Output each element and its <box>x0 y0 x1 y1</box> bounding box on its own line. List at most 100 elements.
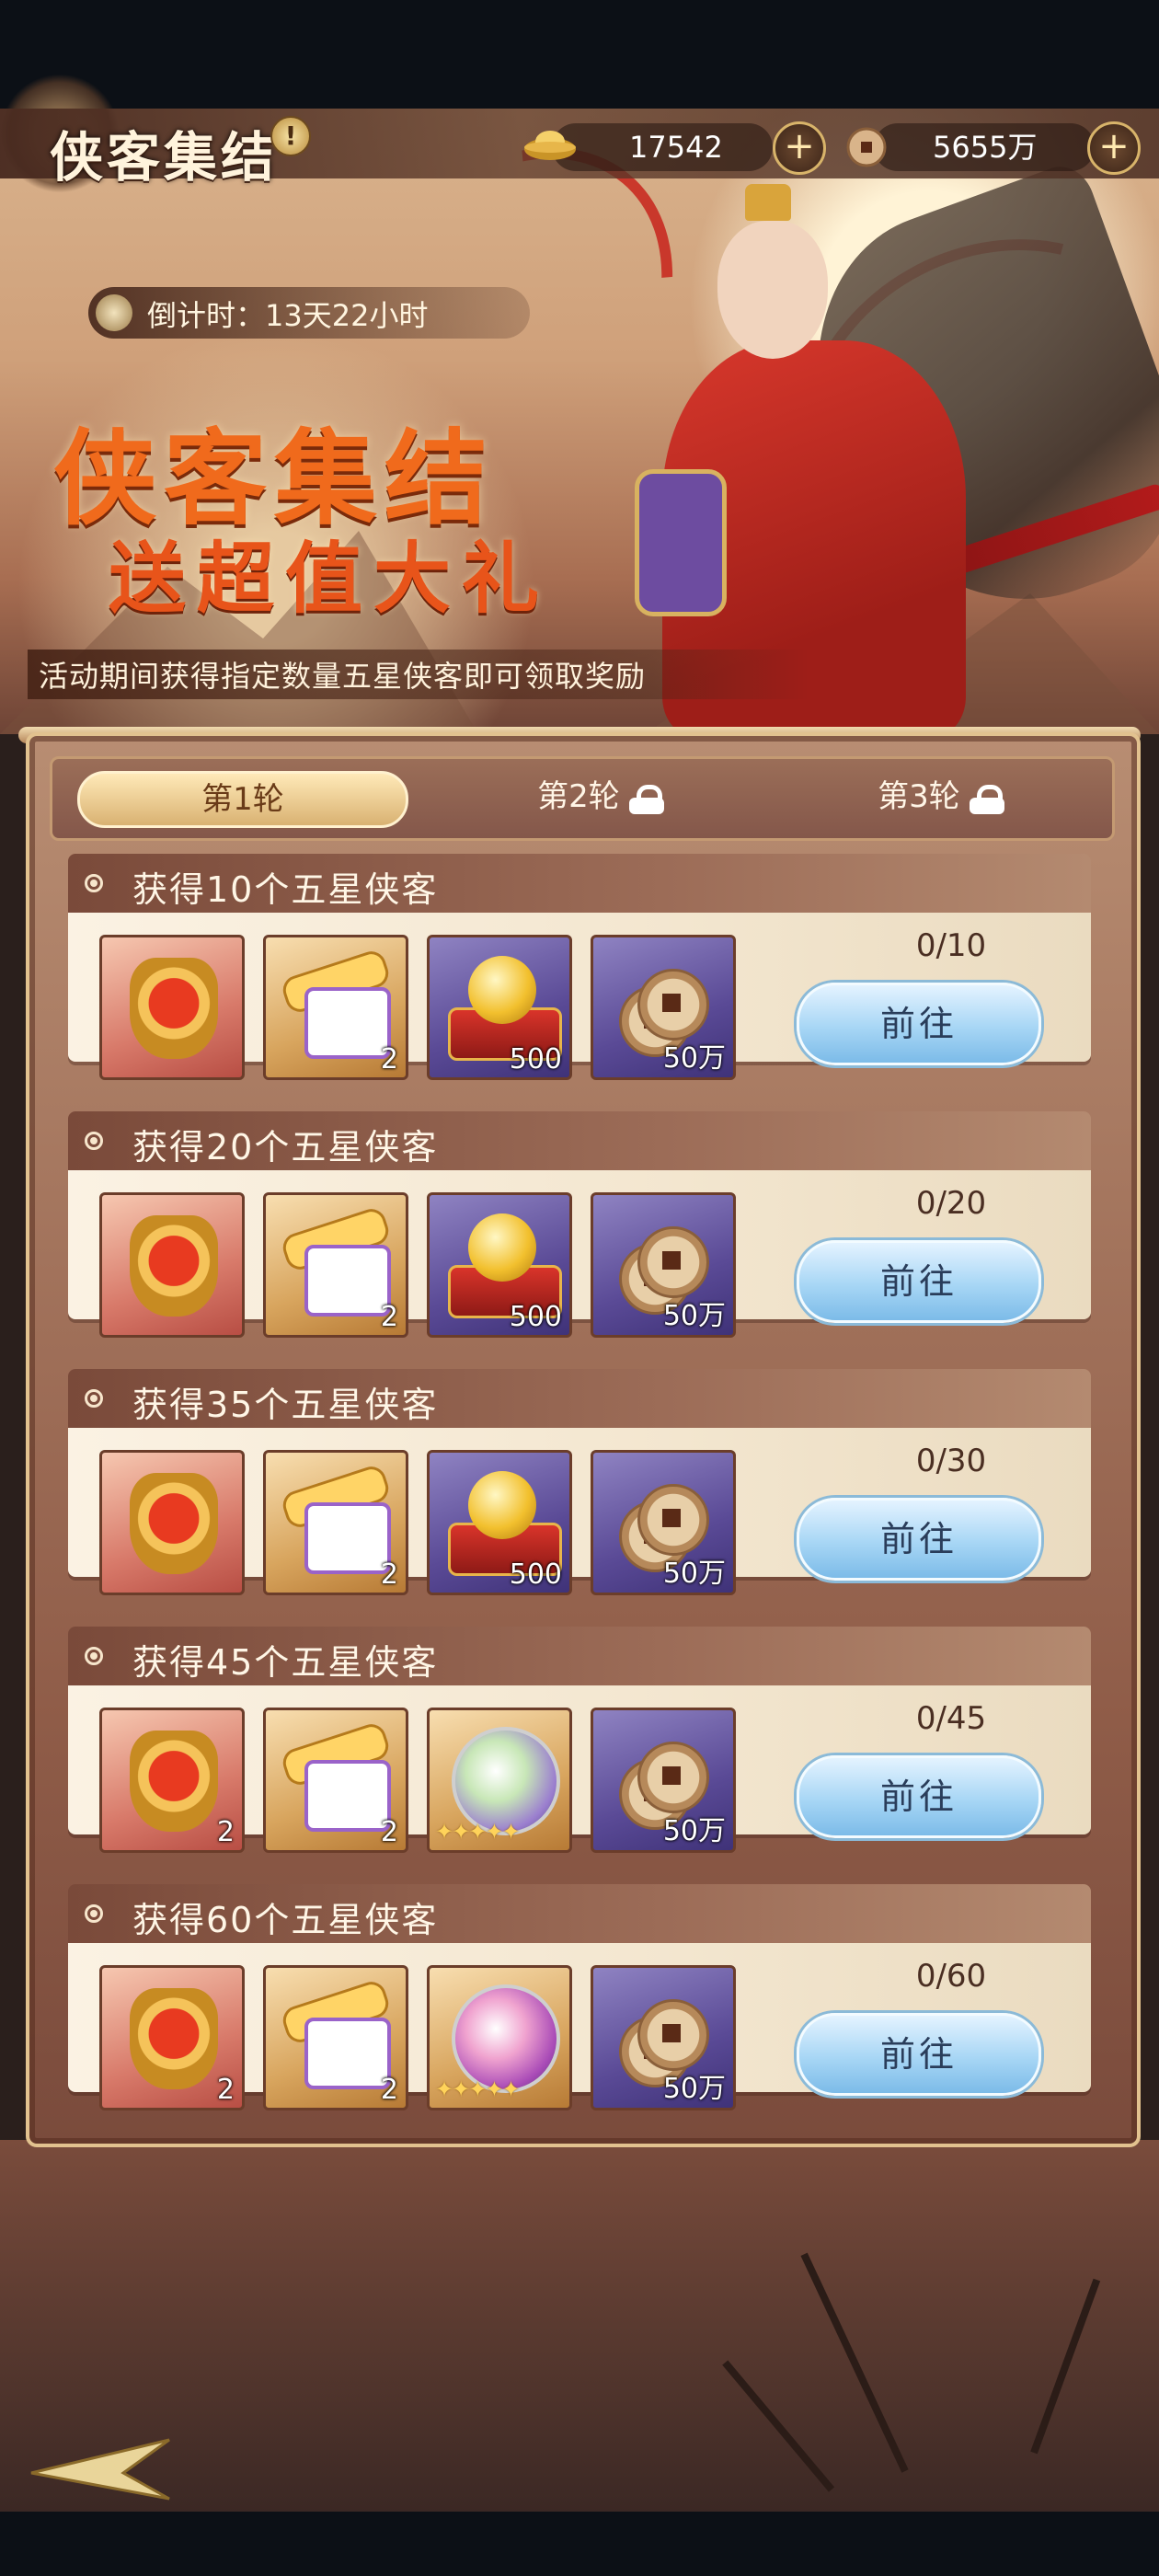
reward-item[interactable]: 2 <box>263 1192 408 1338</box>
reward-item[interactable]: 2 <box>263 935 408 1080</box>
tab-label: 第2轮 <box>537 778 620 815</box>
reward-count: 2 <box>380 1301 398 1333</box>
task-title: 获得20个五星侠客 <box>132 1127 439 1167</box>
task-title: 获得60个五星侠客 <box>132 1900 439 1940</box>
reward-count: 500 <box>509 1043 562 1075</box>
go-button[interactable]: 前往 <box>797 1755 1041 1838</box>
banner-subtitle-title: 送超值大礼 <box>109 533 551 624</box>
go-button[interactable]: 前往 <box>797 1498 1041 1581</box>
bullet-icon <box>85 1647 103 1665</box>
star-rating-icon: ✦✦✦✦✦ <box>435 1819 521 1845</box>
reward-item[interactable]: 2 <box>263 1708 408 1853</box>
back-arrow-icon[interactable] <box>22 2432 178 2506</box>
bullet-icon <box>85 874 103 892</box>
countdown-text: 倒计时：13天22小时 <box>147 298 429 333</box>
lock-icon <box>627 784 668 814</box>
go-button[interactable]: 前往 <box>797 1240 1041 1323</box>
help-icon[interactable]: ! <box>270 116 311 156</box>
reward-item[interactable]: 50万 <box>591 1965 736 2110</box>
reward-item[interactable]: 2 <box>263 1450 408 1595</box>
tab-round-2[interactable]: 第2轮 <box>488 771 717 822</box>
reward-item[interactable]: 50万 <box>591 935 736 1080</box>
gold-orb-icon <box>468 1213 536 1282</box>
ingot-currency: 17542 <box>552 123 773 171</box>
task-card: 获得45个五星侠客 2 2 ✦✦✦✦✦ 50万 0/45 前往 <box>68 1627 1091 1853</box>
go-button[interactable]: 前往 <box>797 2013 1041 2096</box>
task-title: 获得10个五星侠客 <box>132 869 439 910</box>
coin-amount: 5655万 <box>933 130 1038 165</box>
scroll-icon <box>279 1978 393 2089</box>
bullet-icon <box>85 1904 103 1923</box>
lock-icon <box>968 784 1008 814</box>
red-token-icon <box>130 1731 218 1832</box>
red-token-icon <box>130 1473 218 1574</box>
ingot-amount: 17542 <box>629 130 723 165</box>
add-ingot-button[interactable]: + <box>773 121 826 175</box>
status-bar-area <box>0 0 1159 109</box>
event-description: 活动期间获得指定数量五星侠客即可领取奖励 <box>39 659 647 694</box>
tab-label: 第1轮 <box>201 781 284 818</box>
reward-count: 50万 <box>662 1815 726 1847</box>
reward-count: 50万 <box>662 2073 726 2105</box>
reward-item[interactable] <box>99 935 245 1080</box>
reward-count: 2 <box>380 1558 398 1591</box>
reward-count: 2 <box>216 2074 235 2106</box>
reward-item[interactable]: ✦✦✦✦✦ <box>427 1965 572 2110</box>
gold-orb-icon <box>468 956 536 1024</box>
scroll-icon <box>279 1720 393 1832</box>
red-token-icon <box>130 958 218 1059</box>
reward-item[interactable]: 500 <box>427 1450 572 1595</box>
page-title: 侠客集结 <box>50 126 279 189</box>
task-progress: 0/10 <box>915 927 987 964</box>
reward-count: 2 <box>380 2074 398 2106</box>
scroll-icon <box>279 1463 393 1574</box>
reward-item[interactable] <box>99 1192 245 1338</box>
reward-item[interactable]: 500 <box>427 1192 572 1338</box>
reward-item[interactable]: ✦✦✦✦✦ <box>427 1708 572 1853</box>
reward-item[interactable]: 2 <box>99 1965 245 2110</box>
reward-count: 500 <box>509 1558 562 1591</box>
task-card: 获得10个五星侠客 2 500 50万 0/10 前往 <box>68 854 1091 1080</box>
task-card: 获得35个五星侠客 2 500 50万 0/30 前往 <box>68 1369 1091 1595</box>
task-title: 获得35个五星侠客 <box>132 1385 439 1425</box>
timer-icon <box>96 294 132 331</box>
reward-count: 2 <box>216 1816 235 1848</box>
task-card: 获得20个五星侠客 2 500 50万 0/20 前往 <box>68 1111 1091 1338</box>
reward-item[interactable]: 2 <box>263 1965 408 2110</box>
tab-round-1[interactable]: 第1轮 <box>77 771 408 828</box>
reward-item[interactable] <box>99 1450 245 1595</box>
gold-orb-icon <box>468 1471 536 1539</box>
reward-item[interactable]: 2 <box>99 1708 245 1853</box>
add-coin-button[interactable]: + <box>1087 121 1141 175</box>
task-progress: 0/45 <box>915 1700 987 1737</box>
red-token-icon <box>130 1215 218 1317</box>
reward-item[interactable]: 50万 <box>591 1450 736 1595</box>
task-title: 获得45个五星侠客 <box>132 1642 439 1683</box>
star-rating-icon: ✦✦✦✦✦ <box>435 2076 521 2102</box>
bullet-icon <box>85 1389 103 1408</box>
tab-label: 第3轮 <box>878 778 960 815</box>
tab-round-3[interactable]: 第3轮 <box>828 771 1058 822</box>
reward-count: 50万 <box>662 1300 726 1332</box>
nav-bar-area <box>0 2512 1159 2576</box>
red-token-icon <box>130 1988 218 2089</box>
scroll-icon <box>279 948 393 1059</box>
reward-count: 2 <box>380 1043 398 1075</box>
task-progress: 0/20 <box>915 1185 987 1222</box>
bullet-icon <box>85 1132 103 1150</box>
task-progress: 0/60 <box>915 1958 987 1995</box>
reward-count: 50万 <box>662 1042 726 1075</box>
reward-count: 50万 <box>662 1558 726 1590</box>
reward-count: 500 <box>509 1301 562 1333</box>
reward-item[interactable]: 500 <box>427 935 572 1080</box>
reward-count: 2 <box>380 1816 398 1848</box>
scroll-icon <box>279 1205 393 1317</box>
task-card: 获得60个五星侠客 2 2 ✦✦✦✦✦ 50万 0/60 前往 <box>68 1884 1091 2110</box>
reward-item[interactable]: 50万 <box>591 1708 736 1853</box>
task-progress: 0/30 <box>915 1443 987 1479</box>
copper-coin-icon <box>846 127 887 167</box>
reward-item[interactable]: 50万 <box>591 1192 736 1338</box>
go-button[interactable]: 前往 <box>797 983 1041 1065</box>
coin-currency: 5655万 <box>874 123 1095 171</box>
gold-ingot-icon <box>524 131 576 160</box>
